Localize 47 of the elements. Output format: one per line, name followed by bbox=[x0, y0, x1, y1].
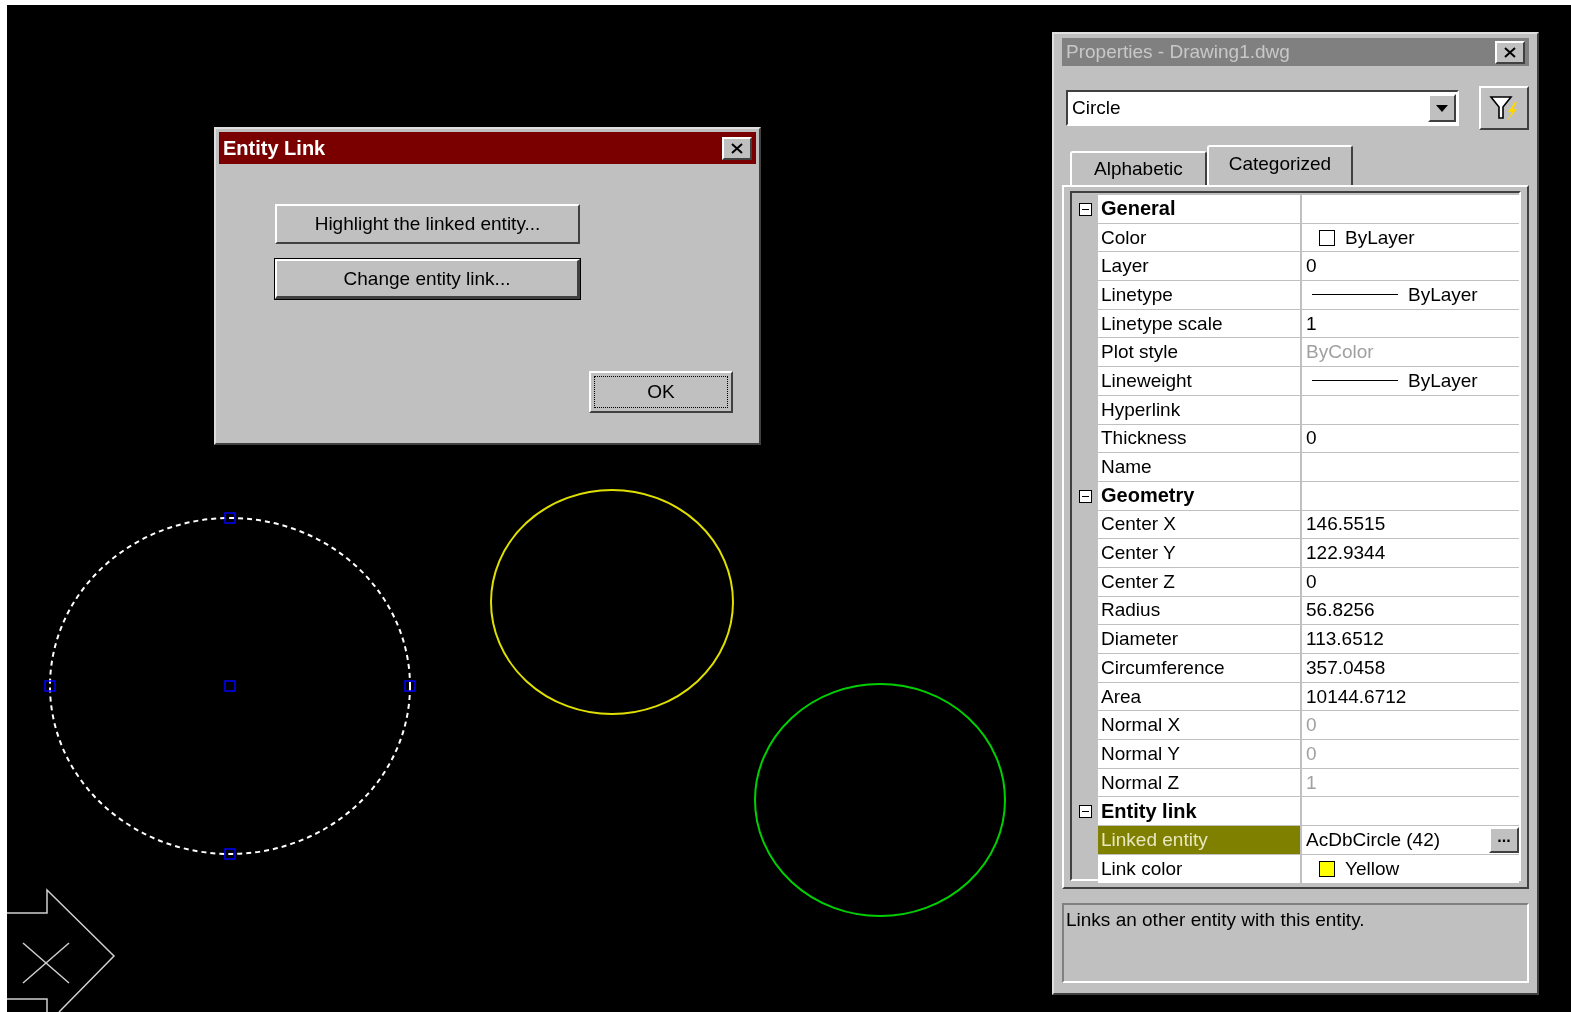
ok-button[interactable]: OK bbox=[589, 371, 733, 413]
collapse-toggle-icon[interactable] bbox=[1078, 202, 1092, 216]
funnel-lightning-icon bbox=[1489, 94, 1519, 122]
category-label: General bbox=[1098, 195, 1302, 224]
property-name[interactable]: Circumference bbox=[1098, 654, 1302, 683]
ucs-icon bbox=[7, 888, 116, 1012]
ellipsis-button[interactable]: ... bbox=[1489, 826, 1519, 853]
close-button[interactable] bbox=[722, 136, 752, 160]
circle-entity[interactable] bbox=[490, 489, 734, 715]
property-name[interactable]: Center X bbox=[1098, 510, 1302, 540]
tab[interactable]: Categorized bbox=[1206, 145, 1354, 185]
tab[interactable]: Alphabetic bbox=[1070, 151, 1207, 185]
object-type-dropdown[interactable]: Circle bbox=[1066, 90, 1459, 126]
property-name[interactable]: Linetype scale bbox=[1098, 309, 1302, 339]
property-name[interactable]: Name bbox=[1098, 453, 1302, 482]
property-value[interactable]: 0 bbox=[1306, 570, 1317, 593]
property-name[interactable]: Center Y bbox=[1098, 539, 1302, 568]
description-text: Links an other entity with this entity. bbox=[1062, 903, 1529, 983]
property-value[interactable]: Yellow bbox=[1345, 857, 1400, 880]
quick-select-button[interactable] bbox=[1479, 86, 1529, 130]
property-name[interactable]: Layer bbox=[1098, 252, 1302, 282]
property-name[interactable]: Lineweight bbox=[1098, 367, 1302, 396]
dialog-button[interactable]: Change entity link... bbox=[275, 259, 580, 299]
property-name[interactable]: Linetype bbox=[1098, 281, 1302, 310]
circle-entity[interactable] bbox=[754, 683, 1006, 917]
collapse-toggle-icon[interactable] bbox=[1078, 489, 1092, 503]
property-value[interactable]: 1 bbox=[1306, 312, 1317, 335]
collapse-toggle-icon[interactable] bbox=[1078, 805, 1092, 819]
property-value[interactable]: 0 bbox=[1306, 427, 1317, 450]
panel-title: Properties - Drawing1.dwg bbox=[1066, 41, 1290, 63]
property-name[interactable]: Center Z bbox=[1098, 567, 1302, 597]
property-name[interactable]: Radius bbox=[1098, 596, 1302, 626]
property-value[interactable]: 0 bbox=[1306, 255, 1317, 278]
close-button[interactable] bbox=[1495, 40, 1525, 64]
property-name[interactable]: Hyperlink bbox=[1098, 395, 1302, 425]
property-name[interactable]: Area bbox=[1098, 682, 1302, 712]
property-name[interactable]: Link color bbox=[1098, 854, 1302, 884]
property-name[interactable]: Diameter bbox=[1098, 625, 1302, 654]
category-label: Geometry bbox=[1098, 481, 1302, 511]
property-name[interactable]: Thickness bbox=[1098, 424, 1302, 454]
close-icon bbox=[731, 142, 743, 154]
dialog-button[interactable]: Highlight the linked entity... bbox=[275, 204, 580, 244]
dialog-title: Entity Link bbox=[223, 136, 326, 160]
category-label: Entity link bbox=[1098, 797, 1302, 827]
close-icon bbox=[1504, 46, 1516, 58]
property-name[interactable]: Color bbox=[1098, 223, 1302, 253]
property-value[interactable]: AcDbCircle (42) bbox=[1306, 828, 1441, 851]
